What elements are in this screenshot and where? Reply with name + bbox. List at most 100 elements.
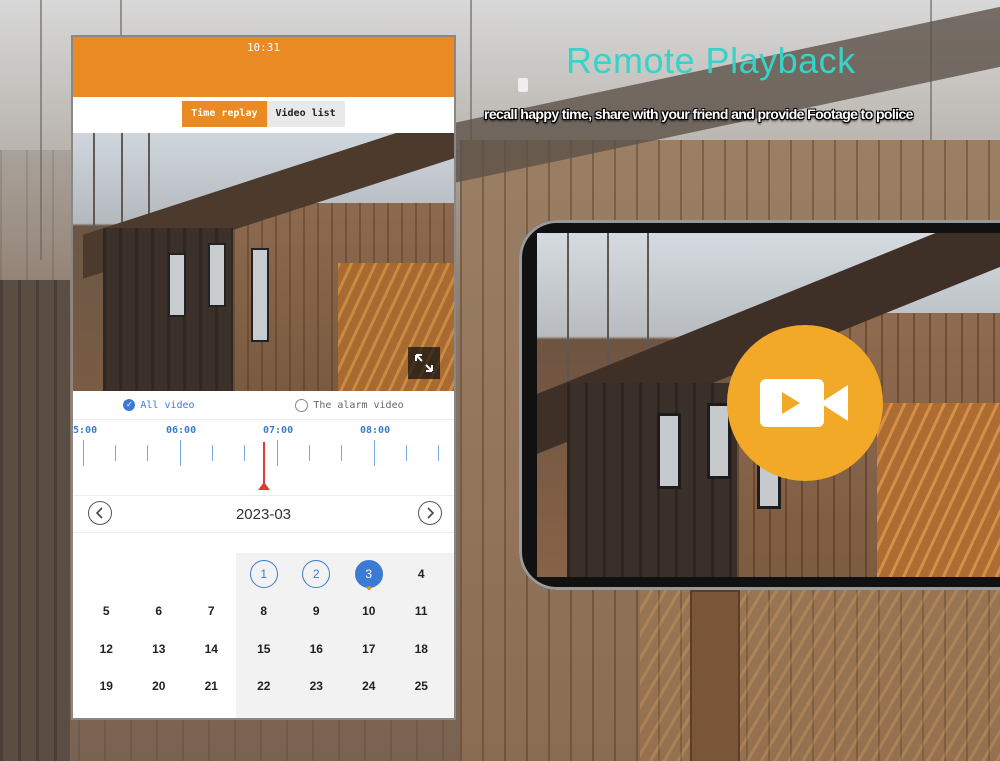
timeline-scrubber[interactable]: 05:00 06:00 07:00 08:00 [73,420,454,496]
filter-all-video-label: All video [140,399,195,411]
video-camera-play-icon [727,325,883,481]
calendar-day[interactable]: 14 [185,630,238,668]
calendar-day-label: 3 [354,559,383,588]
timeline-tick [341,445,342,461]
calendar-day[interactable]: 9 [290,593,343,631]
timeline-tick [83,440,84,466]
timeline-cursor[interactable] [263,442,265,486]
calendar-day[interactable]: 18 [395,630,448,668]
calendar-day-label: 16 [309,641,323,656]
calendar-day[interactable]: 22 [238,668,291,706]
calendar-day-label: 14 [204,641,218,656]
check-icon: ✓ [123,399,136,411]
calendar-empty-cell [80,555,133,593]
video-filter-bar: ✓ All video The alarm video [73,391,454,420]
calendar-day-label: 5 [102,604,110,619]
calendar-day-label: 19 [99,679,113,694]
timeline-tick [147,445,148,461]
calendar-day[interactable]: 12 [80,630,133,668]
calendar-day[interactable]: 17 [343,630,396,668]
calendar-day[interactable]: 19 [80,668,133,706]
filter-all-video[interactable]: ✓ All video [123,399,195,411]
calendar-day-label: 23 [309,679,323,694]
calendar-day[interactable]: 1 [238,555,291,593]
calendar-day-label: 18 [414,641,428,656]
calendar-day[interactable]: 13 [133,630,186,668]
tab-bar: Time replay Video list [73,97,454,131]
calendar: 1 2 3 4 5 6 7 8 9 10 11 12 13 14 15 16 17 18 19 20 21 22 23 24 2… [73,533,454,718]
tagline: recall happy time, share with your frien… [484,106,913,122]
expand-icon-glyph [415,354,433,372]
calendar-day[interactable]: 21 [185,668,238,706]
radio-empty-icon [295,398,309,412]
calendar-day-label: 10 [362,604,376,619]
calendar-day[interactable]: 15 [238,630,291,668]
calendar-day-label: 4 [417,566,425,581]
video-player[interactable] [73,133,454,391]
calendar-day-label: 25 [414,679,428,694]
chevron-left-glyph [95,507,103,519]
timeline-tick [438,445,439,461]
calendar-day-label: 21 [204,679,218,694]
filter-alarm-video-label: The alarm video [313,399,404,411]
month-selector: 2023-03 [73,496,454,533]
calendar-day[interactable]: 20 [133,668,186,706]
calendar-day[interactable]: 11 [395,593,448,631]
expand-icon[interactable] [408,347,440,379]
calendar-day-label: 24 [362,679,376,694]
chevron-left-icon[interactable] [88,501,112,525]
play-icon [782,392,800,414]
screen-window [657,413,681,489]
timeline-label: 07:00 [263,425,294,436]
phone-app-screen: 10:31 Time replay Video list ✓ All video… [71,35,456,720]
calendar-grid: 1 2 3 4 5 6 7 8 9 10 11 12 13 14 15 16 17 18 19 20 21 22 23 24 2… [80,555,448,705]
camera-lens [820,385,848,421]
calendar-day[interactable]: 3 [343,555,396,593]
calendar-day-label: 15 [257,641,271,656]
calendar-day[interactable]: 16 [290,630,343,668]
tab-video-list[interactable]: Video list [266,101,345,127]
calendar-day[interactable]: 5 [80,593,133,631]
background-tree [40,0,42,260]
background-dark-siding [0,280,70,761]
alarm-dot-icon [366,585,371,590]
timeline-tick [212,445,213,461]
calendar-day[interactable]: 23 [290,668,343,706]
camera-glyph [760,373,850,433]
calendar-day-label: 17 [362,641,376,656]
filter-alarm-video[interactable]: The alarm video [295,398,404,412]
timeline-tick [115,445,116,461]
background-door [690,590,740,761]
calendar-day[interactable]: 10 [343,593,396,631]
calendar-day[interactable]: 25 [395,668,448,706]
calendar-day-label: 6 [155,604,163,619]
calendar-day-label: 8 [260,604,268,619]
video-window [168,253,186,317]
tab-time-replay[interactable]: Time replay [182,101,267,127]
calendar-day[interactable]: 24 [343,668,396,706]
calendar-day[interactable]: 6 [133,593,186,631]
calendar-day[interactable]: 2 [290,555,343,593]
calendar-empty-cell [185,555,238,593]
chevron-right-glyph [427,507,435,519]
status-bar: 10:31 [73,37,454,97]
calendar-empty-cell [133,555,186,593]
timeline-tick [309,445,310,461]
screen-porch [877,403,1000,577]
status-time: 10:31 [246,41,281,54]
timeline-tick [180,440,181,466]
calendar-day-label: 1 [249,559,278,588]
background-lamp [518,78,528,92]
video-window [208,243,226,307]
timeline-cursor-arrow-icon [258,482,270,490]
calendar-day[interactable]: 4 [395,555,448,593]
timeline-tick [406,445,407,461]
calendar-day[interactable]: 8 [238,593,291,631]
calendar-day-label: 22 [257,679,271,694]
calendar-day-label: 13 [152,641,166,656]
calendar-day[interactable]: 7 [185,593,238,631]
timeline-tick [277,440,278,466]
screen-tree [567,233,569,403]
chevron-right-icon[interactable] [418,501,442,525]
calendar-day-label: 7 [207,604,215,619]
